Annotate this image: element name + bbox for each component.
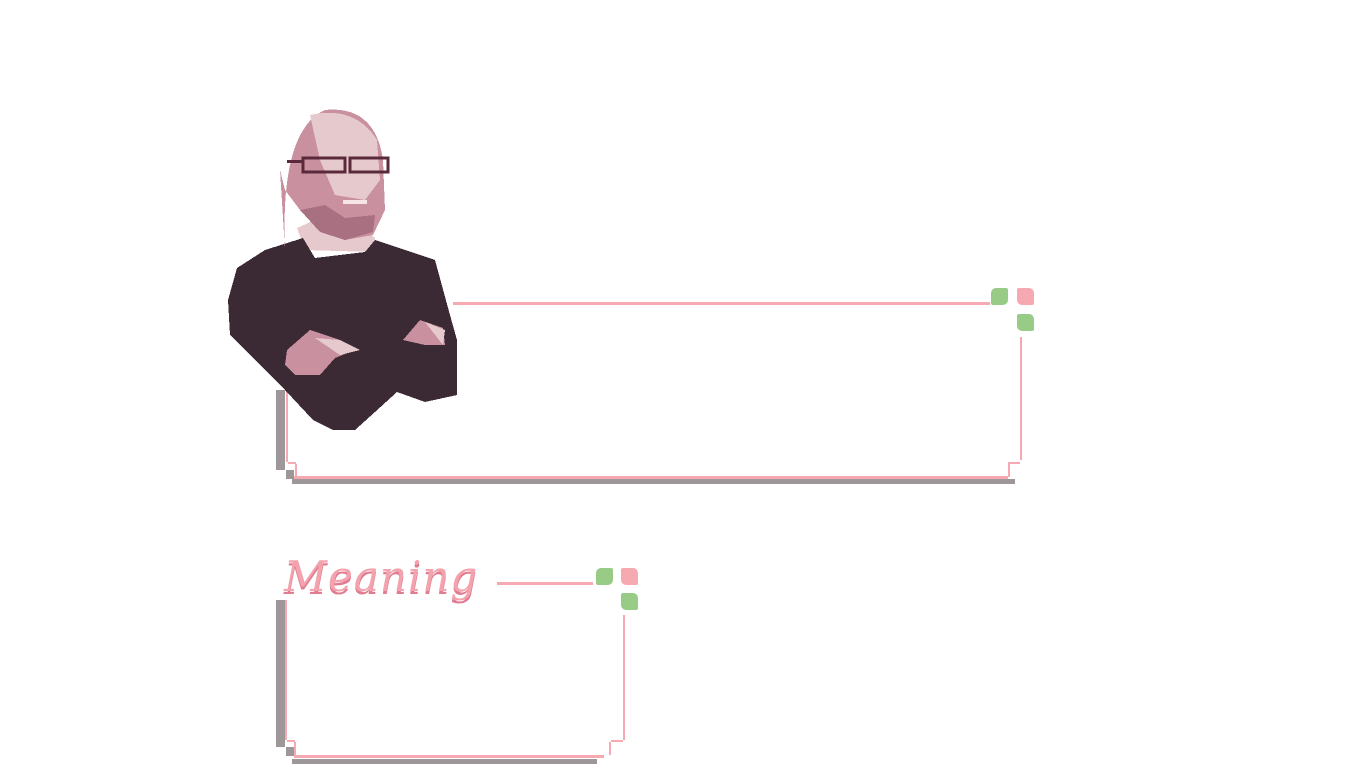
meaning-shadow-bottom [292,759,597,764]
meaning-border-top [497,582,593,585]
meaning-shadow-corner [286,747,294,756]
meaning-shadow-left [276,600,285,747]
meaning-title: Meaning [284,552,479,601]
meaning-border-bottom [294,755,604,758]
dialog-shadow-bottom [292,479,1015,484]
dialog-corner-bl2 [295,464,297,476]
meaning-corner-bl2 [294,742,296,755]
meaning-corner-br [611,740,623,742]
dialog-corner-br2 [1008,464,1010,477]
dialog-shadow-corner [286,470,294,479]
dialog-border-bottom [294,476,1008,479]
dialog-border-right [1020,337,1022,460]
meaning-corner-br2 [609,742,611,755]
dialog-border-top [453,302,990,305]
speaker-portrait [228,109,457,430]
meaning-border-left [285,600,287,740]
meaning-text [300,615,610,740]
meaning-border-right [623,615,625,740]
